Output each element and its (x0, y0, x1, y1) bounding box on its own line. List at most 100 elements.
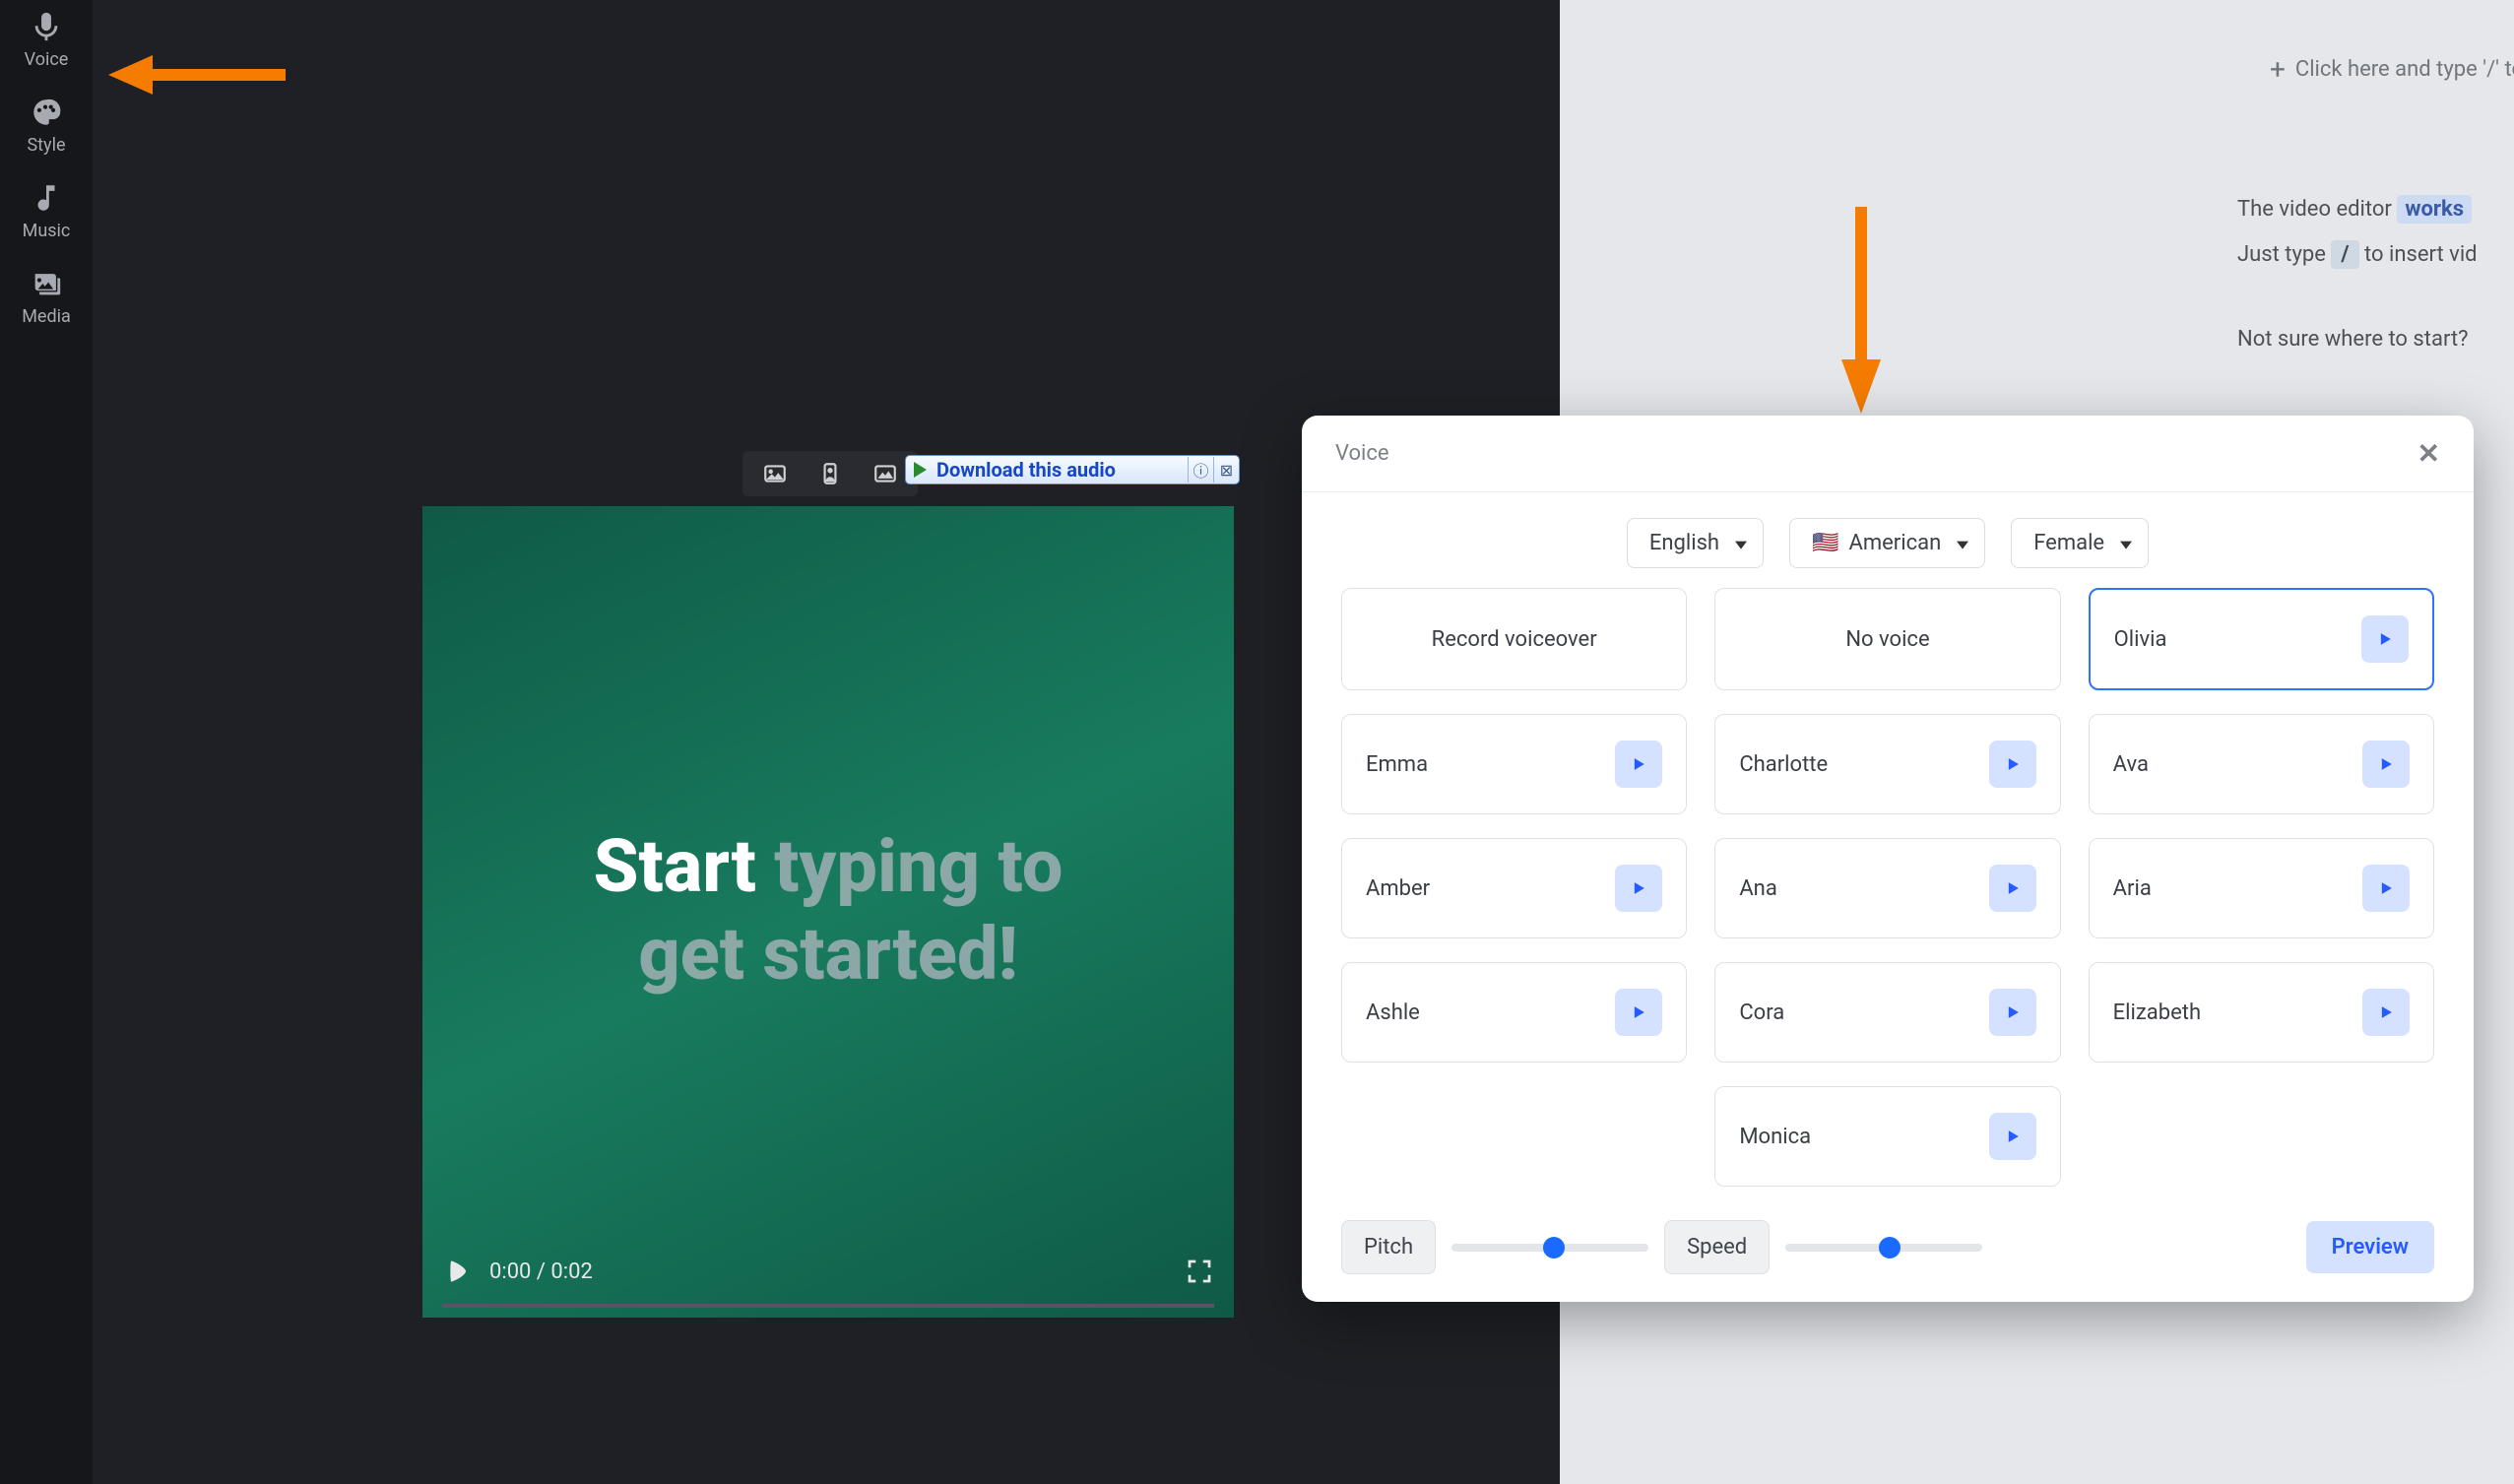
doc-intro: The video editor (2237, 197, 2392, 222)
no-voice-card[interactable]: No voice (1714, 588, 2060, 690)
preview-button[interactable]: Preview (2306, 1221, 2434, 1273)
preview-text: Start typing to get started! (594, 824, 1064, 1000)
plus-icon: + (2270, 53, 2286, 86)
no-voice-label: No voice (1845, 627, 1929, 652)
info-icon[interactable]: ⓘ (1188, 457, 1213, 483)
close-icon[interactable]: ⊠ (1213, 457, 1239, 483)
left-rail: Voice Style Music Media (0, 0, 93, 1484)
accent-select-value: American (1848, 531, 1941, 555)
voice-play-button[interactable] (2362, 989, 2410, 1036)
type-hint-text: Click here and type '/' to (2295, 57, 2514, 82)
voice-play-button[interactable] (1615, 989, 1662, 1036)
voice-name: Emma (1366, 752, 1428, 777)
rail-music-label: Music (23, 221, 71, 241)
voice-modal: Voice ✕ English 🇺🇸 American Female Recor… (1302, 416, 2474, 1302)
voice-name: Charlotte (1739, 752, 1828, 777)
doc-line3: Not sure where to start? (2237, 317, 2478, 362)
voice-name: Cora (1739, 1000, 1784, 1025)
rail-media[interactable]: Media (22, 267, 71, 327)
palette-icon (30, 96, 63, 129)
download-audio-label: Download this audio (936, 458, 1116, 482)
rail-voice[interactable]: Voice (25, 10, 69, 70)
voice-card-olivia[interactable]: Olivia (2089, 588, 2434, 690)
gender-select[interactable]: Female (2011, 518, 2149, 568)
voice-grid: Record voiceover No voice Olivia Emma Ch… (1302, 588, 2474, 1206)
voice-play-button[interactable] (1615, 741, 1662, 788)
voice-play-button[interactable] (2361, 615, 2409, 663)
doc-line2b: to insert vid (2364, 242, 2478, 267)
voice-modal-footer: Pitch Speed Preview (1341, 1220, 2434, 1274)
voice-card-elizabeth[interactable]: Elizabeth (2089, 962, 2434, 1063)
pitch-label: Pitch (1341, 1220, 1436, 1274)
fullscreen-icon[interactable] (1185, 1257, 1214, 1286)
rail-voice-label: Voice (25, 49, 69, 70)
scene-portrait-icon[interactable] (817, 461, 843, 486)
preview-words-rest2: get started! (638, 912, 1018, 998)
media-icon (30, 267, 63, 300)
scene-image-icon[interactable] (762, 461, 788, 486)
close-icon[interactable]: ✕ (2417, 437, 2440, 470)
gender-select-value: Female (2033, 531, 2104, 555)
mic-icon (30, 10, 63, 43)
voice-name: Amber (1366, 876, 1430, 901)
us-flag-icon: 🇺🇸 (1812, 531, 1838, 555)
time-readout: 0:00 / 0:02 (489, 1259, 593, 1284)
play-button-icon[interactable] (442, 1256, 474, 1287)
music-icon (30, 181, 63, 215)
voice-card-charlotte[interactable]: Charlotte (1714, 714, 2060, 814)
slash-chip: / (2331, 240, 2358, 269)
rail-style-label: Style (27, 135, 65, 156)
pitch-slider[interactable] (1451, 1244, 1648, 1252)
voice-card-monica[interactable]: Monica (1714, 1086, 2060, 1187)
voice-card-ashle[interactable]: Ashle (1341, 962, 1687, 1063)
voice-name: Ashle (1366, 1000, 1420, 1025)
speed-label: Speed (1664, 1220, 1770, 1274)
preview-word-start: Start (594, 824, 756, 910)
voice-modal-title: Voice (1335, 441, 1389, 466)
video-block: Download this audio ⓘ ⊠ Start typing to … (422, 463, 1234, 1274)
voice-card-amber[interactable]: Amber (1341, 838, 1687, 938)
video-mini-toolbar (742, 451, 918, 496)
voice-card-ava[interactable]: Ava (2089, 714, 2434, 814)
speed-slider-knob[interactable] (1879, 1237, 1901, 1258)
voice-play-button[interactable] (1989, 989, 2036, 1036)
download-audio-bar[interactable]: Download this audio ⓘ ⊠ (905, 455, 1240, 484)
language-select-value: English (1649, 531, 1719, 555)
record-voiceover-card[interactable]: Record voiceover (1341, 588, 1687, 690)
doc-line2a: Just type (2237, 242, 2326, 267)
rail-media-label: Media (22, 306, 71, 327)
doc-intro-chip[interactable]: works (2397, 195, 2472, 224)
voice-card-emma[interactable]: Emma (1341, 714, 1687, 814)
download-audio-extra: ⓘ ⊠ (1188, 457, 1239, 483)
voice-name: Aria (2113, 876, 2152, 901)
voice-play-button[interactable] (2362, 741, 2410, 788)
record-voiceover-label: Record voiceover (1432, 627, 1597, 652)
pitch-slider-knob[interactable] (1543, 1237, 1565, 1258)
language-select[interactable]: English (1627, 518, 1764, 568)
voice-play-button[interactable] (1989, 1113, 2036, 1160)
voice-selector-row: English 🇺🇸 American Female (1302, 492, 2474, 588)
type-hint[interactable]: + Click here and type '/' to (2270, 53, 2514, 86)
rail-music[interactable]: Music (23, 181, 71, 241)
play-triangle-icon (914, 462, 927, 478)
voice-play-button[interactable] (2362, 865, 2410, 912)
voice-card-ana[interactable]: Ana (1714, 838, 2060, 938)
video-preview: Start typing to get started! 0:00 / 0:02 (422, 506, 1234, 1318)
voice-card-aria[interactable]: Aria (2089, 838, 2434, 938)
voice-card-cora[interactable]: Cora (1714, 962, 2060, 1063)
voice-name: Monica (1739, 1125, 1811, 1149)
player-bar: 0:00 / 0:02 (422, 1237, 1234, 1306)
voice-modal-header: Voice ✕ (1302, 416, 2474, 492)
voice-play-button[interactable] (1989, 865, 2036, 912)
voice-play-button[interactable] (1989, 741, 2036, 788)
scrub-bar[interactable] (442, 1304, 1214, 1308)
voice-play-button[interactable] (1615, 865, 1662, 912)
voice-name: Ana (1739, 876, 1776, 901)
accent-select[interactable]: 🇺🇸 American (1789, 518, 1985, 568)
doc-text: The video editor works Just type / to in… (2237, 187, 2478, 362)
rail-style[interactable]: Style (27, 96, 65, 156)
scene-landscape-icon[interactable] (872, 461, 898, 486)
voice-name: Elizabeth (2113, 1000, 2201, 1025)
preview-words-rest1: typing to (774, 824, 1063, 910)
speed-slider[interactable] (1785, 1244, 1982, 1252)
